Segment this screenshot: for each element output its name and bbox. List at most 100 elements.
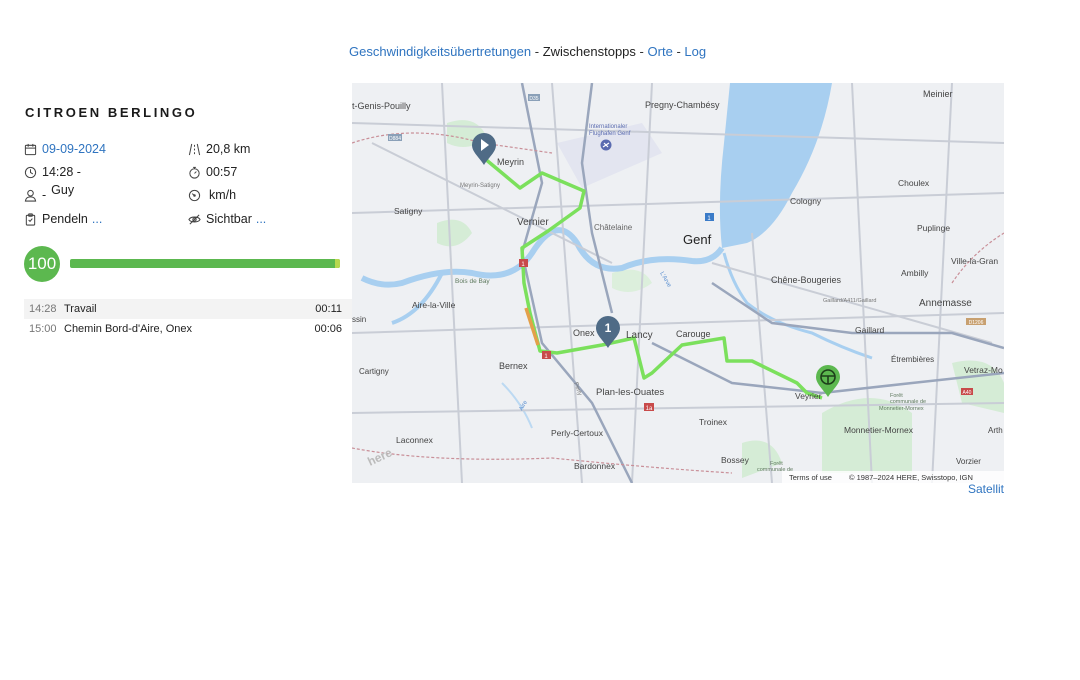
- map-label: Gaillard: [855, 325, 885, 335]
- driving-score-bar-fill: [70, 259, 340, 268]
- map-label: Ambilly: [901, 268, 929, 278]
- road-label-d1206: D1206: [969, 320, 984, 326]
- map-label: Vorzier: [956, 457, 981, 466]
- map-label: Meyrin-Satigny: [460, 183, 500, 189]
- trip-type[interactable]: Pendeln ...: [24, 212, 102, 226]
- vehicle-name: CITROEN BERLINGO: [25, 105, 198, 120]
- road-label-d884: D884: [389, 136, 401, 142]
- stop-duration: 00:06: [314, 323, 342, 335]
- user-icon: [24, 189, 37, 202]
- map-label: Gaillard/A411/Gaillard: [823, 298, 876, 304]
- calendar-icon: [24, 143, 37, 155]
- trip-date-link[interactable]: 09-09-2024: [42, 142, 106, 156]
- nav-separator: -: [534, 44, 540, 59]
- map-label: ssin: [352, 315, 366, 324]
- driver-prefix: -: [42, 188, 47, 202]
- map-copyright: © 1987–2024 HERE, Swisstopo, IGN: [849, 473, 973, 482]
- trip-visibility-label: Sichtbar: [206, 212, 252, 226]
- stop-name: Travail: [64, 303, 97, 315]
- stopwatch-icon: [189, 166, 200, 179]
- stop-duration: 00:11: [315, 303, 342, 315]
- speedometer-icon: [188, 189, 201, 201]
- map-label: Annemasse: [919, 298, 972, 309]
- driving-score-bar-tip: [335, 259, 340, 268]
- trip-visibility-more[interactable]: ...: [256, 212, 266, 226]
- map-label: Internationaler: [589, 124, 627, 130]
- map-label: Ville-la-Gran: [951, 256, 998, 266]
- map-label: Perly-Certoux: [551, 428, 604, 438]
- map-label: Étrembières: [891, 355, 934, 364]
- map-label: Veyrier: [795, 391, 822, 401]
- map-label: Cologny: [790, 196, 822, 206]
- nav-separator: -: [639, 44, 644, 59]
- trip-type-label: Pendeln: [42, 212, 88, 226]
- map-label: Meinier: [923, 89, 953, 99]
- nav-places-link[interactable]: Orte: [648, 44, 673, 59]
- stop-time: 14:28: [29, 303, 57, 315]
- trip-speed: km/h: [188, 188, 236, 202]
- trip-time: 14:28 -: [24, 165, 81, 179]
- trip-visibility[interactable]: Sichtbar ...: [188, 212, 266, 226]
- stop-time: 15:00: [29, 323, 57, 335]
- trip-speed-unit: km/h: [209, 188, 237, 202]
- map-label: Bossey: [721, 455, 750, 465]
- clipboard-icon: [25, 212, 36, 226]
- trip-duration: 00:57: [188, 165, 237, 179]
- satellite-toggle[interactable]: Satellit: [968, 482, 1004, 496]
- nav-separator: -: [676, 44, 681, 59]
- stop-marker-number: 1: [605, 321, 612, 335]
- trip-date[interactable]: 09-09-2024: [24, 142, 106, 156]
- map-label: Carouge: [676, 329, 711, 339]
- nav-log-link[interactable]: Log: [684, 44, 706, 59]
- map-label: Monnetier-Mornex: [844, 425, 914, 435]
- trip-time-range: 14:28 -: [42, 165, 81, 179]
- driver-name: Guy: [51, 183, 75, 197]
- map-label: Onex: [573, 328, 595, 338]
- map-label: Vetraz-Mo: [964, 365, 1003, 375]
- map-label: Meyrin: [497, 157, 524, 167]
- driving-score-badge: 100: [24, 246, 60, 282]
- map-label: Laconnex: [396, 435, 434, 445]
- map-label: Bernex: [499, 361, 528, 371]
- eye-off-icon: [188, 213, 201, 225]
- trip-distance-value: 20,8 km: [206, 142, 251, 156]
- list-item[interactable]: 14:28 Travail 00:11: [24, 299, 354, 319]
- map-label: Arth: [988, 426, 1003, 435]
- map-label: Cartigny: [359, 367, 389, 376]
- map-label: Monnetier-Mornex: [879, 406, 924, 412]
- nav-stops-active: Zwischenstopps: [542, 44, 636, 59]
- map-label: Chêne-Bougeries: [771, 275, 842, 285]
- airport-icon: [600, 139, 612, 151]
- route-map[interactable]: D35 D884 D1206 A40 1 1 1 1a t-Genis-Poui…: [352, 83, 1004, 483]
- trip-duration-value: 00:57: [206, 165, 238, 179]
- map-label: Bardonnex: [574, 461, 616, 471]
- road-label-d35: D35: [529, 96, 538, 102]
- map-label: Puplinge: [917, 223, 950, 233]
- list-item[interactable]: 15:00 Chemin Bord-d'Aire, Onex 00:06: [24, 319, 354, 339]
- road-icon: [188, 143, 201, 155]
- driving-score-bar: [70, 259, 340, 268]
- trip-distance: 20,8 km: [188, 142, 250, 156]
- stops-list: 14:28 Travail 00:11 15:00 Chemin Bord-d'…: [24, 299, 354, 339]
- map-label: Pregny-Chambésy: [645, 100, 720, 110]
- trip-type-more[interactable]: ...: [92, 212, 102, 226]
- nav-speeding-link[interactable]: Geschwindigkeitsübertretungen: [349, 44, 531, 59]
- map-label: Choulex: [898, 178, 930, 188]
- map-label: Flughafen Genf: [589, 131, 631, 137]
- trip-driver: - Guy: [24, 183, 74, 202]
- map-label: Genf: [683, 232, 712, 247]
- map-label: Aire-la-Ville: [412, 300, 456, 310]
- stop-name: Chemin Bord-d'Aire, Onex: [64, 323, 193, 335]
- map-label: t-Genis-Pouilly: [352, 101, 411, 111]
- map-label: Bois de Bay: [455, 278, 490, 285]
- clock-icon: [24, 166, 37, 178]
- map-label: communale de: [890, 399, 926, 405]
- map-label: Satigny: [394, 206, 423, 216]
- terms-of-use-link[interactable]: Terms of use: [789, 473, 832, 482]
- map-canvas[interactable]: D35 D884 D1206 A40 1 1 1 1a t-Genis-Poui…: [352, 83, 1004, 483]
- map-view-nav: Geschwindigkeitsübertretungen - Zwischen…: [349, 44, 706, 59]
- road-label-1a: 1a: [646, 406, 653, 412]
- map-label: Troinex: [699, 417, 728, 427]
- map-label: Lancy: [626, 330, 653, 341]
- map-label: Châtelaine: [594, 223, 633, 232]
